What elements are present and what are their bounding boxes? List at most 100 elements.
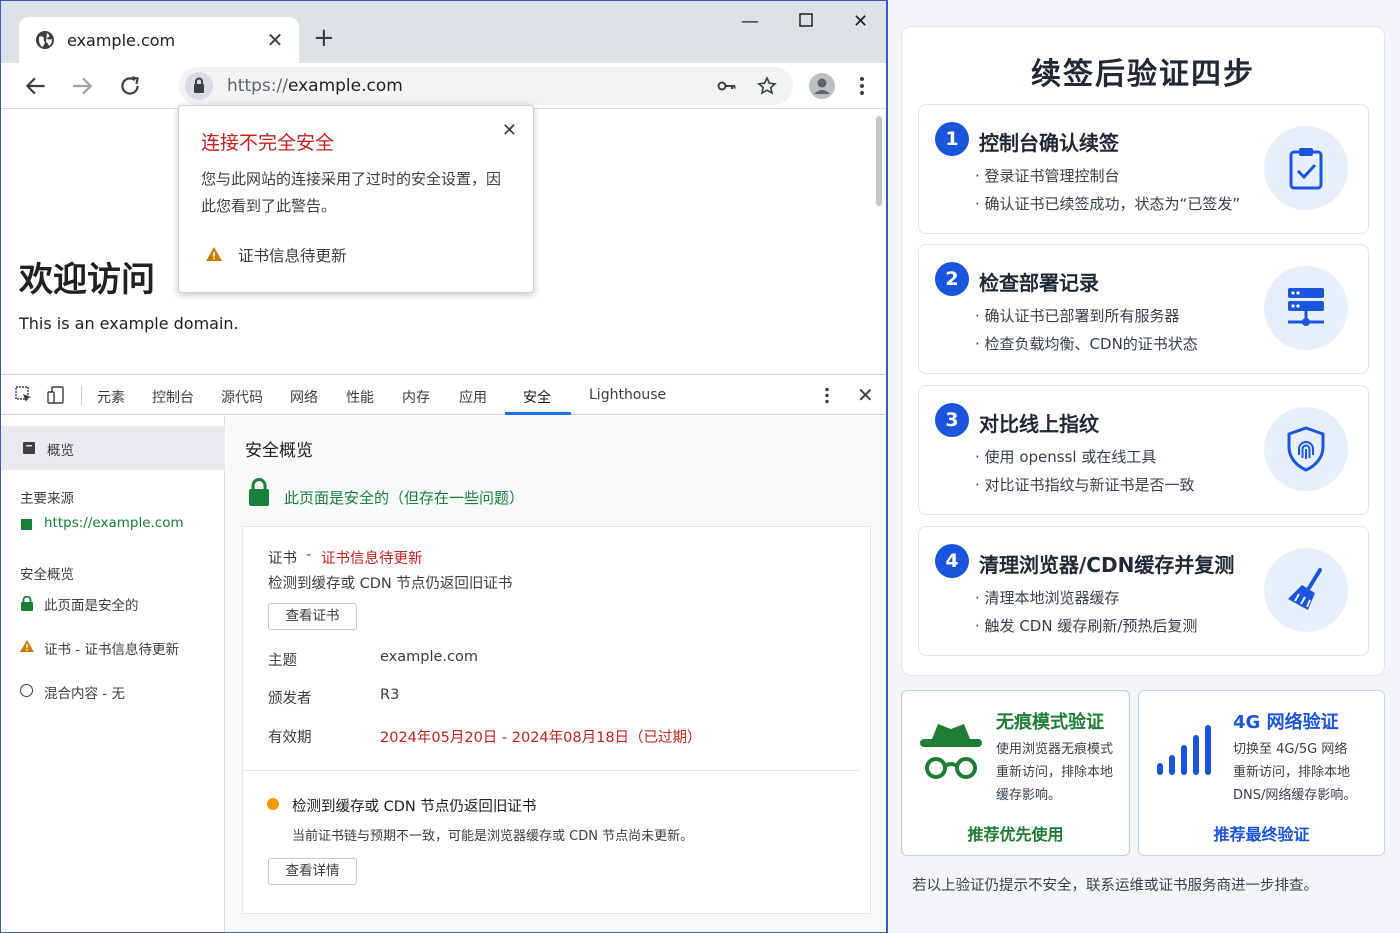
- devtools-tab-network[interactable]: 网络: [290, 387, 318, 407]
- site-info-button[interactable]: [185, 72, 213, 100]
- warning-icon: [206, 247, 222, 261]
- sidebar-mixed-content[interactable]: 混合内容 - 无: [44, 682, 125, 702]
- sidebar-certificate-item[interactable]: 证书 - 证书信息待更新: [44, 638, 179, 658]
- cert-label: 证书: [268, 551, 297, 567]
- step-card-1: 1 控制台确认续签 · 登录证书管理控制台 · 确认证书已续签成功，状态为“已签…: [918, 104, 1369, 234]
- step-card-3: 3 对比线上指纹 · 使用 openssl 或在线工具 · 对比证书指纹与新证书…: [918, 385, 1369, 515]
- browser-tab[interactable]: example.com ✕: [19, 17, 299, 63]
- popup-warning-text[interactable]: 证书信息待更新: [238, 244, 347, 266]
- security-main: 安全概览 此页面是安全的（但存在一些问题） 证书 - 证书信息待更新 检测到缓存…: [226, 416, 886, 932]
- secure-summary: 此页面是安全的（但存在一些问题）: [284, 489, 525, 507]
- step-bullet: · 对比证书指纹与新证书是否一致: [975, 476, 1195, 494]
- validity-label: 有效期: [268, 730, 312, 746]
- devtools-tab-performance[interactable]: 性能: [346, 387, 374, 407]
- back-icon[interactable]: [23, 73, 49, 99]
- large-green-lock-icon: [249, 478, 269, 506]
- window-close-icon[interactable]: ✕: [853, 11, 868, 32]
- issue-indicator-dot: [267, 798, 279, 810]
- incognito-verify-card: 无痕模式验证 使用浏览器无痕模式 重新访问，排除本地 缓存影响。 推荐优先使用: [901, 690, 1130, 856]
- broom-icon: [1288, 568, 1322, 610]
- page-scrollbar[interactable]: [876, 116, 882, 206]
- url-text[interactable]: https://example.com: [227, 76, 403, 96]
- step-bullet: · 登录证书管理控制台: [975, 167, 1120, 185]
- devtools-tab-elements[interactable]: 元素: [97, 387, 125, 407]
- new-tab-icon[interactable]: +: [313, 25, 335, 51]
- devtools-tab-sources[interactable]: 源代码: [221, 387, 263, 407]
- warning-icon: [20, 640, 34, 652]
- fingerprint-shield-icon: [1287, 426, 1325, 472]
- cert-dash: -: [306, 547, 312, 563]
- secure-square-icon: [21, 519, 32, 530]
- devtools-tab-application[interactable]: 应用: [459, 387, 487, 407]
- popup-body: 您与此网站的连接采用了过时的安全设置，因此您看到了此警告。: [201, 170, 502, 215]
- step-icon-badge: [1264, 266, 1348, 350]
- step-number: 2: [935, 262, 969, 296]
- incognito-title: 无痕模式验证: [996, 712, 1104, 733]
- step-bullet: · 触发 CDN 缓存刷新/预热后复测: [975, 617, 1198, 635]
- lock-icon: [194, 77, 204, 93]
- minimize-icon[interactable]: —: [741, 11, 759, 32]
- sidebar-page-secure[interactable]: 此页面是安全的: [44, 594, 139, 614]
- devtools-tab-console[interactable]: 控制台: [152, 387, 194, 407]
- popup-close-icon[interactable]: ✕: [502, 120, 517, 141]
- issuer-value: R3: [380, 687, 400, 703]
- devtools-tab-security[interactable]: 安全: [523, 387, 551, 407]
- validity-value: 2024年05月20日 - 2024年08月18日（已过期）: [380, 730, 702, 746]
- overview-icon: [23, 442, 35, 454]
- subject-label: 主题: [268, 653, 297, 669]
- browser-menu-icon[interactable]: [859, 75, 865, 97]
- mobile-title: 4G 网络验证: [1233, 712, 1339, 733]
- address-bar[interactable]: https://example.com: [179, 67, 793, 105]
- tab-strip: example.com ✕ + — ✕: [1, 1, 886, 63]
- step-icon-badge: [1264, 407, 1348, 491]
- step-title: 检查部署记录: [979, 271, 1099, 295]
- view-certificate-button[interactable]: 查看证书: [268, 603, 357, 630]
- tab-title: example.com: [67, 30, 176, 50]
- step-number: 1: [935, 122, 969, 156]
- devtools-menu-icon[interactable]: [824, 387, 830, 404]
- toolbar: https://example.com: [1, 63, 886, 109]
- step-bullet: · 确认证书已续签成功，状态为“已签发”: [975, 195, 1241, 213]
- step-title: 对比线上指纹: [979, 412, 1099, 436]
- toolbar-divider: [81, 385, 82, 405]
- mobile-network-verify-card: 4G 网络验证 切换至 4G/5G 网络 重新访问，排除本地 DNS/网络缓存影…: [1138, 690, 1385, 856]
- globe-icon: [36, 31, 54, 49]
- step-number: 4: [935, 544, 969, 578]
- maximize-icon[interactable]: [799, 11, 813, 32]
- issuer-label: 颁发者: [268, 691, 312, 707]
- sidebar-security-overview-heading: 安全概览: [20, 567, 74, 583]
- inspect-element-icon[interactable]: [15, 386, 33, 404]
- reload-icon[interactable]: [117, 73, 143, 99]
- view-details-button[interactable]: 查看详情: [268, 858, 357, 885]
- devtools-close-icon[interactable]: ✕: [857, 383, 874, 407]
- bookmark-star-icon[interactable]: [757, 76, 777, 96]
- device-toolbar-icon[interactable]: [47, 386, 65, 404]
- step-card-4: 4 清理浏览器/CDN缓存并复测 · 清理本地浏览器缓存 · 触发 CDN 缓存…: [918, 526, 1369, 656]
- step-title: 控制台确认续签: [979, 131, 1119, 155]
- incognito-footer: 推荐优先使用: [967, 825, 1064, 844]
- certificate-card: 证书 - 证书信息待更新 检测到缓存或 CDN 节点仍返回旧证书 查看证书 主题…: [242, 526, 871, 914]
- sidebar-overview-label: 概览: [47, 443, 74, 459]
- guide-title: 续签后验证四步: [1031, 57, 1255, 92]
- cert-status: 证书信息待更新: [321, 551, 423, 567]
- issue-description: 当前证书链与预期不一致，可能是浏览器缓存或 CDN 节点尚未更新。: [292, 829, 694, 844]
- step-icon-badge: [1264, 126, 1348, 210]
- step-title: 清理浏览器/CDN缓存并复测: [979, 553, 1235, 577]
- devtools-tab-memory[interactable]: 内存: [402, 387, 430, 407]
- active-tab-indicator: [505, 412, 571, 415]
- tab-close-icon[interactable]: ✕: [265, 28, 285, 52]
- step-bullet: · 检查负载均衡、CDN的证书状态: [975, 335, 1198, 353]
- devtools-tabbar: 元素 控制台 源代码 网络 性能 内存 应用 安全 Lighthouse ✕: [1, 375, 886, 415]
- browser-window: example.com ✕ + — ✕ https://example.com: [0, 0, 888, 933]
- card-divider: [243, 770, 859, 771]
- footnote: 若以上验证仍提示不安全，联系运维或证书服务商进一步排查。: [912, 878, 1318, 894]
- key-icon[interactable]: [717, 76, 737, 96]
- subject-value: example.com: [380, 649, 478, 665]
- sidebar-origin-link[interactable]: https://example.com: [44, 515, 184, 531]
- profile-avatar[interactable]: [809, 73, 835, 99]
- sidebar-item-overview[interactable]: 概览: [1, 426, 225, 470]
- devtools-tab-lighthouse[interactable]: Lighthouse: [589, 387, 666, 403]
- incognito-spy-icon: [920, 724, 982, 779]
- devtools-panel: 元素 控制台 源代码 网络 性能 内存 应用 安全 Lighthouse ✕ 概…: [1, 374, 886, 932]
- forward-icon[interactable]: [69, 73, 95, 99]
